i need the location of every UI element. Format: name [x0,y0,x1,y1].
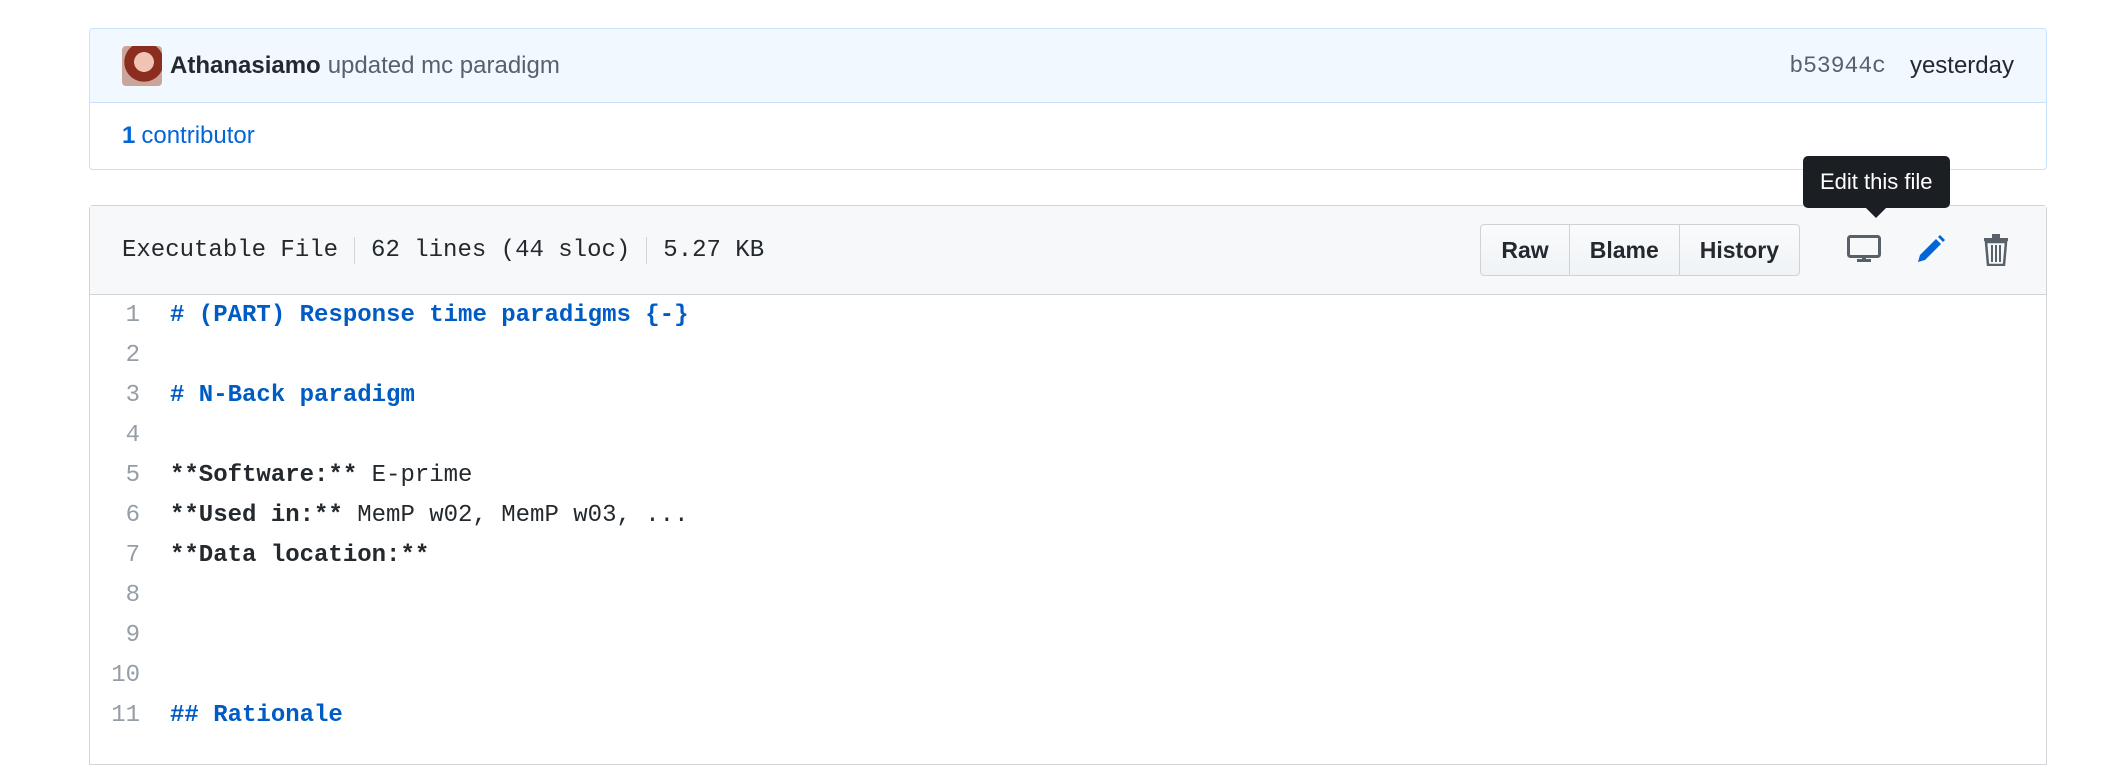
file-line-count: 62 lines (44 sloc) [354,236,647,264]
commit-sha[interactable]: b53944c [1789,53,1886,79]
line-content: **Used in:** MemP w02, MemP w03, ... [170,502,688,529]
code-line: 7 **Data location:** [90,535,2046,575]
avatar[interactable] [122,45,162,86]
file-info: Executable File 62 lines (44 sloc) 5.27 KB [122,236,781,264]
raw-button[interactable]: Raw [1480,224,1570,276]
file-actions: Raw Blame History [1480,224,1800,276]
line-number[interactable]: 5 [90,462,170,489]
history-button[interactable]: History [1679,224,1800,276]
plain-text: E-prime [357,461,473,489]
commit-time: yesterday [1909,51,2014,79]
code-line: 3 # N-Back paradigm [90,375,2046,415]
code-line: 9 [90,615,2046,655]
blame-button[interactable]: Blame [1569,224,1680,276]
bold-text: **Data location:** [170,541,430,569]
code-line: 2 [90,335,2046,375]
line-content: **Software:** E-prime [170,462,472,489]
file-header: Executable File 62 lines (44 sloc) 5.27 KB… [90,206,2046,295]
code-line: 1 # (PART) Response time paradigms {-} [90,295,2046,335]
line-number[interactable]: 3 [90,382,170,409]
code-line: 11 ## Rationale [90,695,2046,735]
pencil-icon[interactable] [1912,232,1948,268]
commit-info-box: Athanasiamo updated mc paradigm b53944c … [89,28,2047,170]
code-line: 8 [90,575,2046,615]
line-number[interactable]: 4 [90,422,170,449]
line-number[interactable]: 10 [90,662,170,689]
latest-commit-bar: Athanasiamo updated mc paradigm b53944c … [90,29,2046,103]
file-size: 5.27 KB [646,236,781,264]
code-line: 5 **Software:** E-prime [90,455,2046,495]
bold-text: **Used in:** [170,501,343,529]
line-content: # (PART) Response time paradigms {-} [170,301,689,329]
commit-message[interactable]: updated mc paradigm [328,52,560,80]
line-content: **Data location:** [170,542,429,569]
line-content: # N-Back paradigm [170,381,415,409]
file-box: Executable File 62 lines (44 sloc) 5.27 KB… [89,205,2047,765]
code-line: 6 **Used in:** MemP w02, MemP w03, ... [90,495,2046,535]
line-number[interactable]: 6 [90,502,170,529]
line-number[interactable]: 1 [90,302,170,329]
trashcan-icon[interactable] [1978,232,2014,268]
line-number[interactable]: 8 [90,582,170,609]
line-number[interactable]: 2 [90,342,170,369]
line-content: ## Rationale [170,701,343,729]
contributor-count: 1 [122,122,136,149]
commit-author[interactable]: Athanasiamo [170,52,321,80]
code-view: 1 # (PART) Response time paradigms {-} 2… [90,295,2046,735]
line-number[interactable]: 7 [90,542,170,569]
contributors-link[interactable]: 1 contributor [90,103,2046,169]
edit-file-tooltip: Edit this file [1803,156,1950,218]
line-number[interactable]: 11 [90,702,170,729]
code-line: 4 [90,415,2046,455]
plain-text: MemP w02, MemP w03, ... [342,501,689,529]
line-number[interactable]: 9 [90,622,170,649]
bold-text: **Software:** [170,461,358,489]
file-mode: Executable File [122,236,339,264]
desktop-icon[interactable] [1846,232,1882,268]
code-line: 10 [90,655,2046,695]
contributor-label: contributor [141,122,255,149]
